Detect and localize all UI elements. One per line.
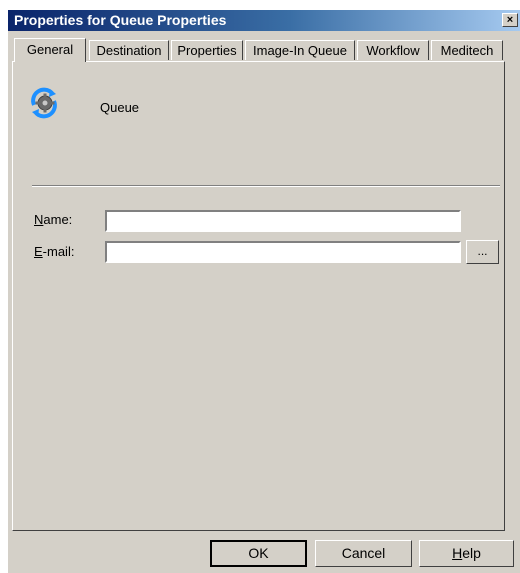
email-label: E-mail:	[34, 244, 75, 259]
separator	[32, 185, 500, 187]
help-button[interactable]: Help	[419, 540, 514, 567]
email-field[interactable]	[105, 241, 461, 263]
tab-label: Meditech	[440, 43, 494, 58]
ok-button[interactable]: OK	[210, 540, 307, 567]
tab-label: Workflow	[366, 43, 420, 58]
queue-gear-icon	[31, 87, 57, 119]
tab-destination[interactable]: Destination	[89, 40, 169, 60]
queue-label: Queue	[100, 100, 140, 115]
window-title: Properties for Queue Properties	[14, 12, 227, 28]
tab-workflow[interactable]: Workflow	[357, 40, 429, 60]
title-bar[interactable]: Properties for Queue Properties ×	[8, 10, 520, 31]
tab-label: General	[26, 42, 74, 57]
tab-properties[interactable]: Properties	[171, 40, 243, 60]
close-button[interactable]: ×	[502, 13, 518, 27]
tab-label: Destination	[96, 43, 162, 58]
name-field[interactable]	[105, 210, 461, 232]
tab-label: Image-In Queue	[253, 43, 347, 58]
tab-panel-general	[12, 61, 505, 531]
tab-meditech[interactable]: Meditech	[431, 40, 503, 60]
browse-button[interactable]: ...	[466, 240, 499, 264]
cancel-button[interactable]: Cancel	[315, 540, 412, 567]
tab-label: Properties	[177, 43, 237, 58]
tab-image-in-queue[interactable]: Image-In Queue	[245, 40, 355, 60]
tab-general[interactable]: General	[14, 38, 86, 62]
name-label: Name:	[34, 212, 73, 227]
